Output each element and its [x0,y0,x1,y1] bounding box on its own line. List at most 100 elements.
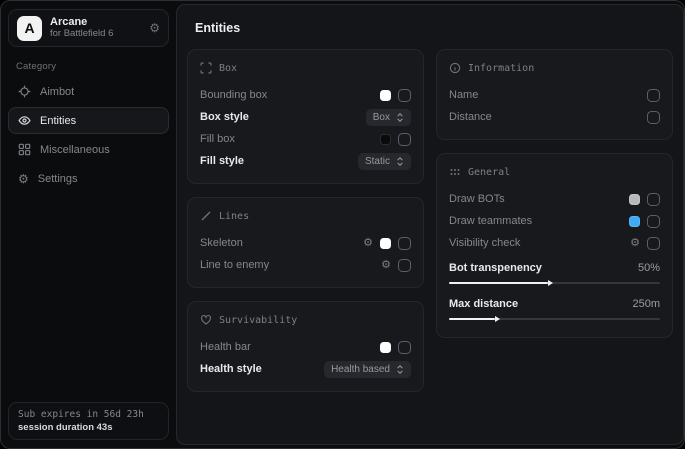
color-swatch[interactable] [380,134,391,145]
general-card: General Draw BOTs Draw teammates [436,153,673,338]
checkbox[interactable] [647,193,660,206]
section-title: General [468,167,510,178]
gear-icon[interactable]: ⚙ [363,238,373,249]
sidebar-item-label: Aimbot [40,86,74,98]
sidebar-item-settings[interactable]: ⚙ Settings [8,165,169,192]
box-card: Box Bounding box Box style [187,49,424,184]
survivability-card-header: Survivability [200,312,411,328]
setting-row-box-style: Box style Box [200,106,411,128]
slider-value: 50% [638,262,660,274]
sub-expires-text: Sub expires in 56d 23h [18,409,159,420]
chevron-updown-icon [396,156,404,167]
color-swatch[interactable] [629,216,640,227]
setting-row-draw-teammates: Draw teammates [449,210,660,232]
max-distance-slider-group: Max distance 250m [449,293,660,326]
color-swatch[interactable] [380,342,391,353]
setting-label: Visibility check [449,237,630,249]
general-card-header: General [449,164,660,180]
sidebar-item-label: Settings [38,173,78,185]
slider-fill [449,318,495,320]
slider-fill [449,282,548,284]
right-column: Information Name Distance [436,49,673,338]
setting-label: Name [449,89,647,101]
setting-label: Fill box [200,133,380,145]
slider-label: Bot transpenency [449,262,638,274]
bot-transparency-slider-group: Bot transpenency 50% [449,257,660,290]
left-column: Box Bounding box Box style [187,49,424,392]
setting-row-health-style: Health style Health based [200,358,411,380]
app-subtitle: for Battlefield 6 [50,29,141,40]
sidebar-item-label: Entities [40,115,76,127]
lines-card: Lines Skeleton ⚙ Line to enemy [187,197,424,288]
lines-card-header: Lines [200,208,411,224]
checkbox[interactable] [398,89,411,102]
checkbox[interactable] [398,133,411,146]
setting-row-bounding-box: Bounding box [200,84,411,106]
checkbox[interactable] [398,259,411,272]
info-icon [449,62,461,74]
section-title: Information [468,63,534,74]
dropdown-value: Health based [331,364,390,375]
category-label: Category [16,61,169,72]
bot-transparency-slider[interactable] [449,282,660,284]
dropdown-value: Box [373,112,390,123]
diagonal-line-icon [200,210,212,222]
checkbox[interactable] [647,111,660,124]
color-swatch[interactable] [380,238,391,249]
checkbox[interactable] [647,215,660,228]
setting-label: Fill style [200,155,358,167]
eye-icon [18,114,31,127]
setting-label: Bounding box [200,89,380,101]
color-swatch[interactable] [629,194,640,205]
setting-label: Health bar [200,341,380,353]
setting-label: Draw BOTs [449,193,629,205]
information-card: Information Name Distance [436,49,673,140]
setting-label: Box style [200,111,366,123]
dots-grid-icon [449,166,461,178]
dropdown-value: Static [365,156,390,167]
checkbox[interactable] [647,89,660,102]
checkbox[interactable] [398,237,411,250]
max-distance-slider[interactable] [449,318,660,320]
sidebar-nav: Aimbot Entities Miscella [8,78,169,192]
information-card-header: Information [449,60,660,76]
setting-row-health-bar: Health bar [200,336,411,358]
logo-card: A Arcane for Battlefield 6 ⚙ [8,9,169,47]
setting-row-fill-style: Fill style Static [200,150,411,172]
sidebar-item-entities[interactable]: Entities [8,107,169,134]
gear-icon[interactable]: ⚙ [149,22,160,34]
sidebar-item-aimbot[interactable]: Aimbot [8,78,169,105]
page-title: Entities [195,21,673,35]
color-swatch[interactable] [380,90,391,101]
setting-row-fill-box: Fill box [200,128,411,150]
setting-row-line-to-enemy: Line to enemy ⚙ [200,254,411,276]
sidebar-item-label: Miscellaneous [40,144,110,156]
section-title: Box [219,63,237,74]
chevron-updown-icon [396,364,404,375]
setting-row-distance: Distance [449,106,660,128]
gear-icon[interactable]: ⚙ [381,260,391,271]
setting-row-skeleton: Skeleton ⚙ [200,232,411,254]
slider-value: 250m [632,298,660,310]
gear-icon: ⚙ [18,172,29,185]
setting-label: Draw teammates [449,215,629,227]
crosshair-icon [18,85,31,98]
setting-label: Skeleton [200,237,363,249]
health-style-dropdown[interactable]: Health based [324,361,411,378]
box-card-header: Box [200,60,411,76]
gear-icon[interactable]: ⚙ [630,238,640,249]
box-corners-icon [200,62,212,74]
section-title: Lines [219,211,249,222]
session-duration-text: session duration 43s [18,422,159,433]
sidebar: A Arcane for Battlefield 6 ⚙ Category Ai… [1,1,176,448]
sidebar-item-miscellaneous[interactable]: Miscellaneous [8,136,169,163]
setting-label: Distance [449,111,647,123]
survivability-card: Survivability Health bar Health style [187,301,424,392]
app-name: Arcane [50,16,141,29]
checkbox[interactable] [647,237,660,250]
chevron-updown-icon [396,112,404,123]
fill-style-dropdown[interactable]: Static [358,153,411,170]
checkbox[interactable] [398,341,411,354]
box-style-dropdown[interactable]: Box [366,109,411,126]
setting-row-draw-bots: Draw BOTs [449,188,660,210]
